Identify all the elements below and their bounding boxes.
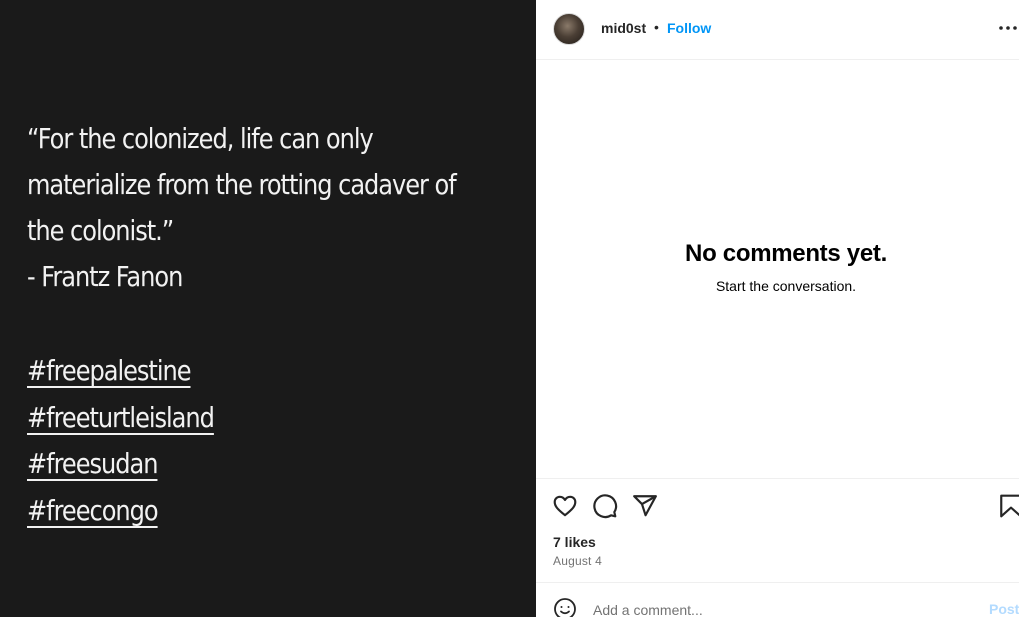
more-options-icon[interactable]	[998, 16, 1018, 40]
quote-line: the colonist.”	[27, 214, 174, 247]
avatar[interactable]	[553, 13, 585, 45]
likes-count[interactable]: 7 likes	[553, 534, 596, 550]
bookmark-icon[interactable]	[998, 493, 1019, 519]
quote-text: “For the colonized, life can only materi…	[27, 116, 509, 300]
comment-bar: Post	[536, 582, 1019, 617]
post-details-panel: mid0st • Follow No comments yet. Start t…	[536, 0, 1019, 617]
heart-icon[interactable]	[552, 493, 578, 519]
empty-comments-subtitle: Start the conversation.	[715, 278, 857, 294]
username-link[interactable]: mid0st	[601, 20, 646, 36]
comment-input[interactable]	[593, 600, 973, 617]
hashtag: #freeturtleisland	[27, 400, 215, 434]
post-actions: 7 likes August 4	[536, 478, 1019, 582]
post-image: “For the colonized, life can only materi…	[0, 0, 536, 617]
hashtag: #freepalestine	[27, 354, 192, 387]
follow-button[interactable]: Follow	[667, 20, 711, 36]
hashtag: #freecongo	[27, 493, 159, 527]
post-date: August 4	[553, 554, 602, 568]
hashtag: #freesudan	[27, 447, 158, 480]
hashtag-list: #freepalestine #freeturtleisland #freesu…	[27, 348, 215, 534]
send-icon[interactable]	[632, 493, 658, 519]
quote-line: “For the colonized, life can only	[27, 122, 374, 155]
comments-empty-state: No comments yet. Start the conversation.	[536, 240, 1019, 294]
empty-comments-title: No comments yet.	[685, 240, 887, 267]
post-header: mid0st • Follow	[536, 0, 1019, 60]
quote-attribution: - Frantz Fanon	[27, 260, 183, 293]
separator-dot: •	[654, 19, 659, 35]
post-comment-button[interactable]: Post	[989, 601, 1019, 617]
emoji-icon[interactable]	[553, 597, 577, 617]
quote-line: materialize from the rotting cadaver of	[27, 168, 457, 201]
comment-icon[interactable]	[592, 493, 618, 519]
